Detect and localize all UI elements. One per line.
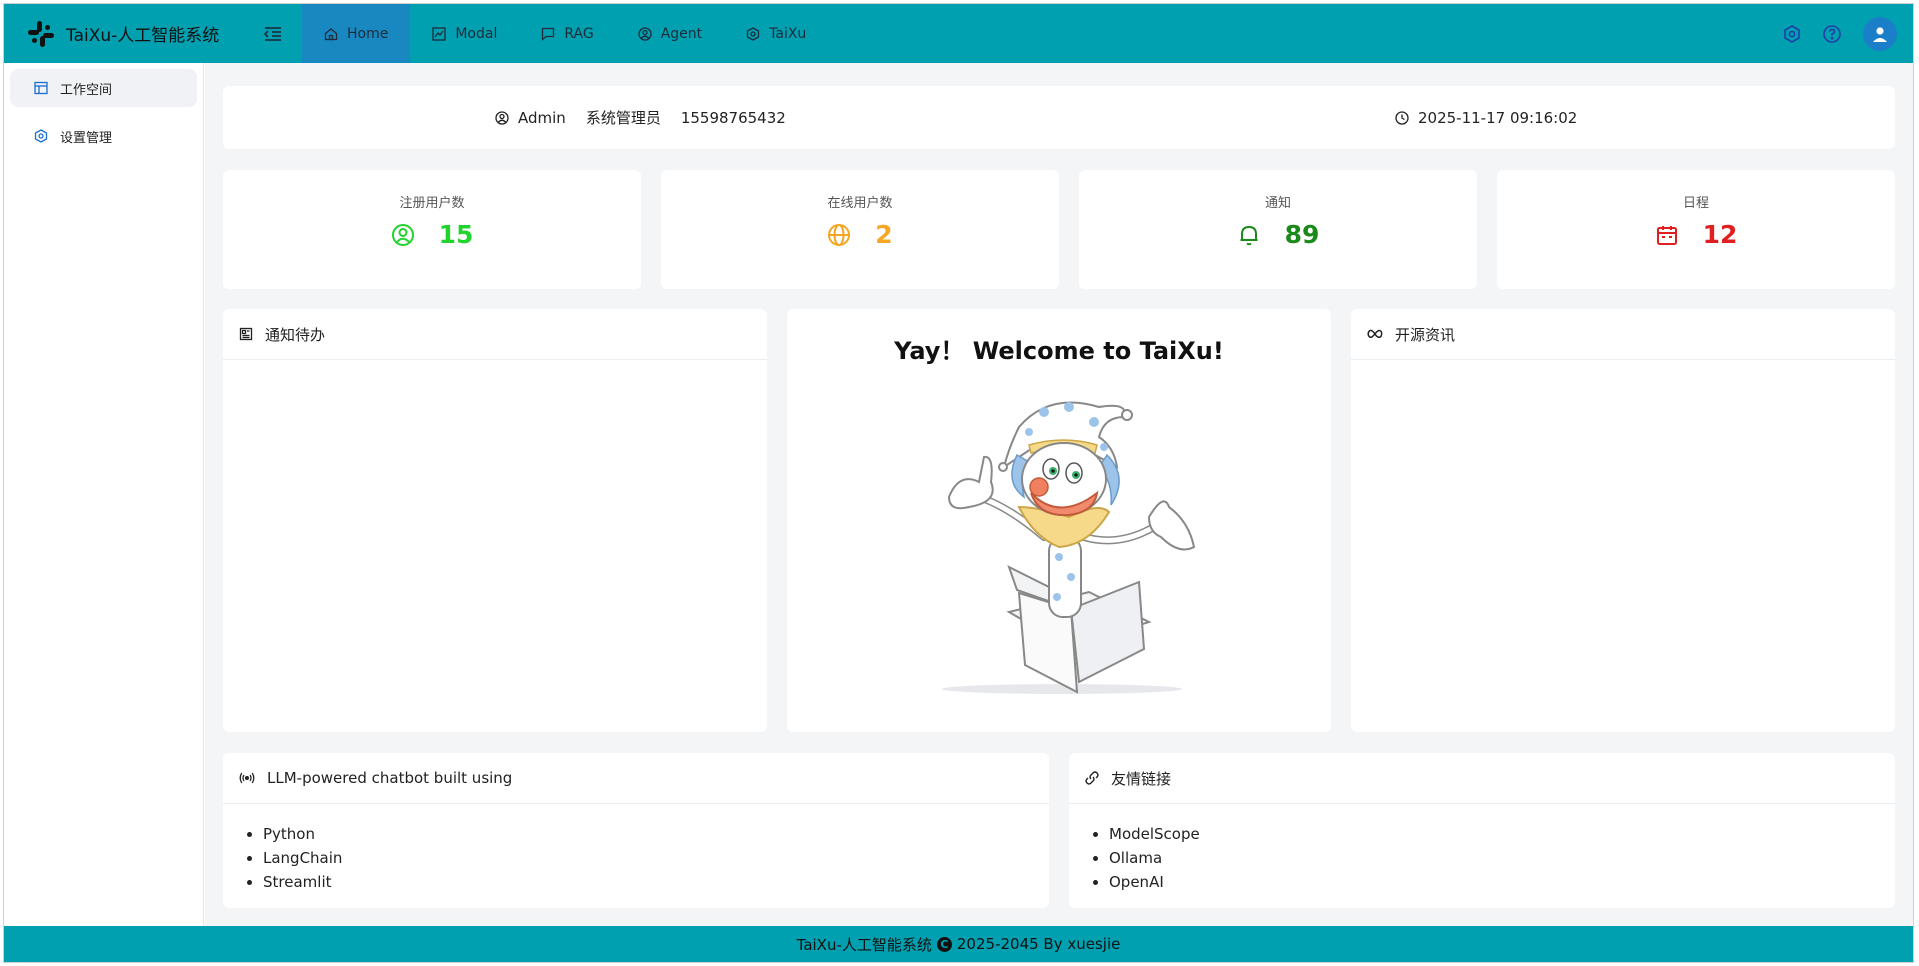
top-right-tools	[1767, 16, 1913, 51]
user-info-bar: Admin 系统管理员 15598765432 2025-11-17 09:16…	[223, 86, 1895, 149]
top-bar: TaiXu-人工智能系统 Home Modal RAG Agent TaiXu	[4, 4, 1913, 63]
built-using-panel: LLM-powered chatbot built using Python L…	[223, 753, 1049, 908]
username: Admin	[518, 108, 566, 127]
stat-online-users: 在线用户数 2	[661, 170, 1059, 289]
built-using-list: Python LangChain Streamlit	[223, 804, 1049, 894]
footer-copyright: 2025-2045 By xuesjie	[956, 935, 1121, 953]
nav-rag-label: RAG	[564, 25, 594, 42]
broadcast-icon	[239, 772, 255, 784]
list-item: Python	[263, 822, 1049, 846]
links-panel-header: 友情链接	[1069, 753, 1895, 804]
jester-in-box-illustration	[942, 401, 1196, 694]
list-item: Streamlit	[263, 870, 1049, 894]
home-icon	[324, 27, 338, 40]
nav-taixu[interactable]: TaiXu	[724, 4, 828, 63]
settings-hex-icon	[1784, 24, 1800, 43]
links-panel-title: 友情链接	[1111, 769, 1172, 788]
footer-app-name: TaiXu-人工智能系统	[796, 935, 932, 954]
todo-panel-title: 通知待办	[265, 325, 326, 344]
user-circle-icon	[391, 223, 414, 246]
nav-taixu-label: TaiXu	[769, 25, 807, 42]
menu-fold-icon	[264, 26, 281, 41]
stat-notifications: 通知 89	[1079, 170, 1477, 289]
stat-value: 12	[1702, 220, 1738, 249]
settings-hex-icon	[34, 129, 48, 143]
todo-panel: 通知待办	[223, 309, 767, 732]
slack-logo-icon	[28, 20, 54, 47]
link-modelscope[interactable]: ModelScope	[1109, 822, 1895, 846]
user-circle-icon	[638, 26, 652, 41]
nav-home[interactable]: Home	[302, 4, 411, 63]
copyright-icon: C	[936, 936, 952, 952]
avatar[interactable]	[1863, 16, 1897, 51]
datetime: 2025-11-17 09:16:02	[1418, 108, 1578, 127]
newspaper-icon	[239, 327, 253, 341]
built-using-panel-header: LLM-powered chatbot built using	[223, 753, 1049, 804]
stat-label: 注册用户数	[399, 196, 465, 211]
welcome-title: Yay！ Welcome to TaiXu!	[894, 337, 1224, 365]
nav-home-label: Home	[347, 25, 389, 42]
link-icon	[1085, 771, 1099, 785]
brand[interactable]: TaiXu-人工智能系统	[4, 19, 244, 49]
nav-modal[interactable]: Modal	[410, 4, 519, 63]
nav-agent[interactable]: Agent	[616, 4, 724, 63]
sidebar-item-workspace[interactable]: 工作空间	[10, 69, 197, 107]
user-role: 系统管理员	[585, 109, 661, 127]
calendar-icon	[1656, 225, 1677, 245]
aperture-icon	[746, 26, 760, 41]
stat-label: 日程	[1682, 196, 1709, 211]
welcome-panel: Yay！ Welcome to TaiXu!	[787, 309, 1331, 732]
globe-icon	[828, 223, 851, 246]
sidebar-item-label: 工作空间	[60, 82, 113, 98]
nav-modal-label: Modal	[455, 25, 498, 42]
list-item: LangChain	[263, 846, 1049, 870]
nav-agent-label: Agent	[660, 25, 703, 42]
nav-rag[interactable]: RAG	[519, 4, 615, 63]
clock-icon	[1395, 110, 1409, 125]
user-info: Admin 系统管理员 15598765432	[495, 86, 786, 149]
help-circle-icon	[1823, 24, 1841, 43]
footer: TaiXu-人工智能系统 C 2025-2045 By xuesjie	[4, 926, 1913, 962]
user-icon	[1873, 26, 1887, 42]
top-nav: Home Modal RAG Agent TaiXu	[302, 4, 828, 63]
bell-icon	[1240, 225, 1258, 245]
stat-registered-users: 注册用户数 15	[223, 170, 641, 289]
app-title: TaiXu-人工智能系统	[66, 26, 220, 46]
layout-icon	[34, 81, 48, 95]
news-panel: 开源资讯	[1351, 309, 1895, 732]
news-panel-title: 开源资讯	[1395, 325, 1456, 344]
stat-value: 2	[875, 220, 893, 249]
infinity-icon	[1367, 329, 1383, 339]
todo-panel-header: 通知待办	[223, 309, 767, 360]
stat-label: 通知	[1264, 196, 1291, 211]
sidebar-item-settings[interactable]: 设置管理	[10, 117, 197, 155]
message-square-icon	[542, 27, 555, 41]
sidebar-item-label: 设置管理	[60, 130, 113, 146]
stat-label: 在线用户数	[827, 196, 893, 211]
news-panel-header: 开源资讯	[1351, 309, 1895, 360]
user-phone: 15598765432	[680, 108, 786, 127]
stat-schedule: 日程 12	[1497, 170, 1895, 289]
help-button[interactable]	[1817, 19, 1847, 49]
chart-icon	[432, 26, 446, 41]
stat-value: 89	[1284, 220, 1320, 249]
built-using-title: LLM-powered chatbot built using	[267, 769, 513, 787]
friend-links-list: ModelScope Ollama OpenAI	[1069, 804, 1895, 894]
links-panel: 友情链接 ModelScope Ollama OpenAI	[1069, 753, 1895, 908]
link-ollama[interactable]: Ollama	[1109, 846, 1895, 870]
settings-button[interactable]	[1777, 19, 1807, 49]
link-openai[interactable]: OpenAI	[1109, 870, 1895, 894]
user-circle-icon	[495, 110, 509, 125]
current-time: 2025-11-17 09:16:02	[1395, 86, 1577, 149]
stat-value: 15	[438, 220, 474, 249]
sidebar: 工作空间 设置管理	[4, 63, 204, 928]
main-content: Admin 系统管理员 15598765432 2025-11-17 09:16…	[205, 63, 1913, 928]
app-window: TaiXu-人工智能系统 Home Modal RAG Agent TaiXu …	[3, 3, 1914, 963]
menu-collapse-button[interactable]	[258, 19, 288, 49]
